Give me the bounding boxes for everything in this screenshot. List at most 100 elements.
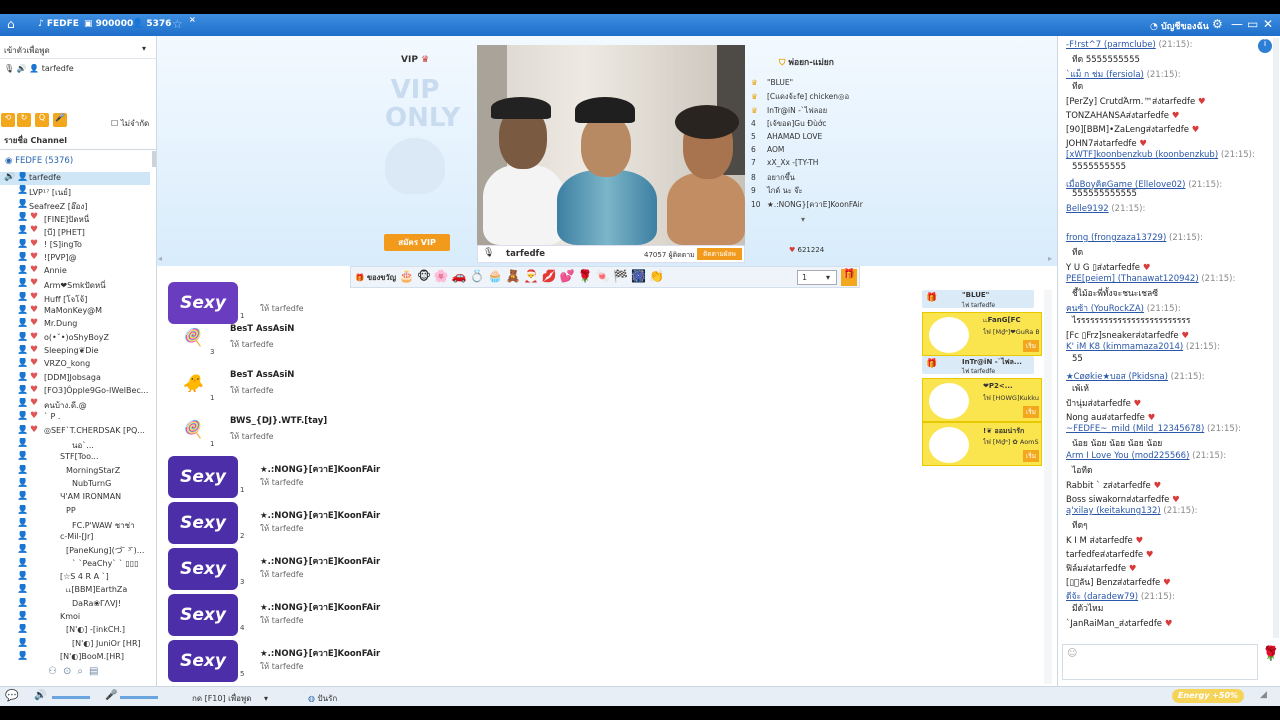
- location-icon[interactable]: ⊙: [63, 666, 77, 677]
- rank-more-icon[interactable]: ▾: [801, 215, 805, 224]
- user-list-item[interactable]: 👤 ♥ Arm❤Smkปัดหนี่: [0, 278, 150, 291]
- gift-cake-icon[interactable]: 🎂: [399, 269, 417, 283]
- gift-hand-icon[interactable]: 👏: [649, 269, 667, 283]
- mic-slider[interactable]: [120, 696, 158, 699]
- user-list-item[interactable]: 👤 NubTurnG: [0, 478, 150, 491]
- filter-checkbox[interactable]: ☐ ไม่จำกัด: [111, 117, 149, 130]
- chat-bubble-icon[interactable]: 💬: [5, 689, 19, 702]
- rank-item[interactable]: 5 AHAMAD LOVE: [751, 132, 822, 141]
- user-list-item[interactable]: 👤 ♥ ! [S]ingTo: [0, 239, 150, 252]
- user-list-item[interactable]: 👤 ♥ Sleeping❦Die: [0, 345, 150, 358]
- chat-author-line[interactable]: Belle9192 (21:15):: [1066, 204, 1145, 214]
- rank-item[interactable]: ♛ InTr@iN -`ไฟลอย: [751, 105, 827, 117]
- rank-item[interactable]: 7 xX_Xx -[TY-TH: [751, 158, 818, 167]
- account-button[interactable]: ◔ บัญชีของฉัน: [1150, 19, 1209, 33]
- scrollbar-thumb[interactable]: [152, 151, 156, 167]
- user-list-item[interactable]: 👤 ♥ [DDM]Jobsaga: [0, 372, 150, 385]
- info-icon[interactable]: i: [1258, 39, 1272, 53]
- chat-author[interactable]: -F!rst^7 (parmclube): [1066, 40, 1156, 50]
- user-list-item[interactable]: 👤 [PaneKung](づ ̄ ³ ̄)...: [0, 544, 150, 557]
- user-list-item[interactable]: 👤 ♥ [FINE]ปัดหนี่: [0, 212, 150, 225]
- chat-author[interactable]: Arm I Love You (mod225566): [1066, 451, 1189, 461]
- chat-author[interactable]: K' iM K8 (kimmamaza2014): [1066, 342, 1183, 352]
- chat-author-line[interactable]: -F!rst^7 (parmclube) (21:15):: [1066, 40, 1192, 50]
- rank-item[interactable]: 4 [เจ้ขอด]Gu Đùớc: [751, 118, 827, 130]
- settings-gear-icon[interactable]: ⚙: [1212, 17, 1223, 31]
- gift-ring-icon[interactable]: 💍: [470, 269, 488, 283]
- user-list-item[interactable]: 👤 STF[Too...: [0, 451, 150, 464]
- search-icon[interactable]: ⌕: [77, 666, 89, 677]
- resize-grip-icon[interactable]: ◢: [1260, 690, 1267, 700]
- volume-icon[interactable]: 🔊: [34, 690, 46, 701]
- mic-queue-item[interactable]: 🎙 🔊 👤 tarfedfe: [4, 64, 74, 73]
- channel-root[interactable]: ◉ FEDFE (5376): [5, 156, 73, 166]
- card-action-button[interactable]: เริ่ม: [1023, 406, 1039, 418]
- gift-lips-icon[interactable]: 💋: [542, 269, 560, 283]
- user-list-item[interactable]: 👤 Ч'AM IRONMAN: [0, 491, 150, 504]
- rank-item[interactable]: 6 AOM: [751, 145, 784, 154]
- user-list-item[interactable]: 👤 ♥ Mr.Dung: [0, 318, 150, 331]
- favorite-star-icon[interactable]: ☆: [172, 17, 183, 31]
- chat-author[interactable]: [xWTF]koonbenzkub (koonbenzkub): [1066, 150, 1218, 160]
- feed-scrollbar[interactable]: [1044, 290, 1052, 684]
- gift-flower-icon[interactable]: 🌸: [434, 269, 452, 283]
- find-icon[interactable]: Q: [35, 113, 49, 127]
- video-stream[interactable]: [477, 45, 745, 245]
- mic-button-icon[interactable]: 🎤: [53, 113, 67, 127]
- gift-firework-icon[interactable]: 🎆: [631, 269, 649, 283]
- chat-input[interactable]: ☺: [1062, 644, 1258, 680]
- send-gift-icon[interactable]: 🎁: [841, 269, 857, 286]
- user-list-item[interactable]: 👤 [N'◐] JuniOr [HR]: [0, 638, 150, 651]
- close-window-icon[interactable]: ✕: [1263, 17, 1273, 31]
- chat-author-line[interactable]: PEE[peiem] (Thanawat120942) (21:15):: [1066, 274, 1235, 284]
- gift-card[interactable]: ˪˪FanG[FC ไฟ [M₫ᵃ]❤GuRa B... เริ่ม: [922, 312, 1042, 356]
- close-tab-icon[interactable]: ×: [189, 15, 196, 24]
- user-list-item[interactable]: 👤 ♥ Huff [โจโจ้]: [0, 292, 150, 305]
- person-icon[interactable]: ⚇: [48, 666, 63, 677]
- user-list-item[interactable]: 👤 ♥ ◎SEF`T.CHERDSAK [PQ...: [0, 425, 150, 438]
- gift-notice-chip[interactable]: 🎁 "BLUE" ไฟ tarfedfe: [922, 290, 1034, 309]
- user-list-item[interactable]: 👤 ♥ คนบ้าง.ดี.@: [0, 398, 150, 411]
- gift-hearts-icon[interactable]: 💕: [560, 269, 578, 283]
- user-list-item[interactable]: 👤 ♥ VRZO_kong: [0, 358, 150, 371]
- chat-author[interactable]: ą'xilay (keitakung132): [1066, 506, 1161, 516]
- collapse-left-icon[interactable]: ◂: [158, 254, 162, 263]
- chat-author-line[interactable]: [xWTF]koonbenzkub (koonbenzkub) (21:15):: [1066, 150, 1255, 160]
- chat-author-line[interactable]: `แม็ ก ช่ม (fersiola) (21:15):: [1066, 67, 1181, 81]
- chat-author-line[interactable]: K' iM K8 (kimmamaza2014) (21:15):: [1066, 342, 1220, 352]
- collapse-right-icon[interactable]: ▸: [1048, 254, 1052, 263]
- user-list-item[interactable]: 👤 SeafreeZ [อ๊อง]: [0, 199, 150, 212]
- user-list-item[interactable]: 👤 ˪˪[BBM]EarthZa: [0, 584, 150, 597]
- gift-card[interactable]: ❤P2<... ไฟ [HOWG]KukkuiZ เริ่ม: [922, 378, 1042, 422]
- gift-qty-select[interactable]: 1 ▾: [797, 270, 837, 285]
- gift-santa-icon[interactable]: 🎅: [524, 269, 542, 283]
- gift-card[interactable]: !❦ ออมน่ารักไฟ [M₫ᵃ] ✿ AomSi... เริ่ม: [922, 422, 1042, 466]
- list-icon[interactable]: ▤: [89, 666, 104, 677]
- gift-candy-icon[interactable]: 🍬: [595, 269, 613, 283]
- rank-item[interactable]: 10 ★.:NONG}[ควาE]KoonFAir: [751, 199, 863, 211]
- chat-author[interactable]: PEE[peiem] (Thanawat120942): [1066, 274, 1199, 284]
- gift-flag-icon[interactable]: 🏁: [613, 269, 631, 283]
- speak-mode-select[interactable]: เข้าตัวเพื่อพูด ▾: [4, 44, 152, 56]
- chat-author-line[interactable]: frong (frongzaza13729) (21:15):: [1066, 233, 1203, 243]
- user-list-item[interactable]: 👤 ♥ ![PVP]@: [0, 252, 150, 265]
- user-list-item[interactable]: 👤 Kmoi: [0, 611, 150, 624]
- user-list-item[interactable]: 👤 FC.P'WAW ชาช่า: [0, 518, 150, 531]
- room-tab[interactable]: ♪ FEDFE: [38, 19, 79, 29]
- user-list-item[interactable]: 👤 DaRa❀ΓΛVJ!: [0, 598, 150, 611]
- gift-cupcake-icon[interactable]: 🧁: [488, 269, 506, 283]
- user-list-item[interactable]: 👤 นอ`...: [0, 438, 150, 451]
- chat-author[interactable]: Belle9192: [1066, 204, 1109, 214]
- gift-monkey-icon[interactable]: 🐵: [417, 269, 434, 283]
- maximize-icon[interactable]: ▭: [1247, 17, 1258, 31]
- user-list-item[interactable]: 👤 [N'◐]BooM.[HR]: [0, 651, 150, 664]
- mic-icon[interactable]: 🎤: [105, 690, 117, 701]
- user-list-item[interactable]: 👤 LVP¹⁷ [เนย์]: [0, 185, 150, 198]
- gift-car-icon[interactable]: 🚗: [452, 269, 470, 283]
- minimize-icon[interactable]: —: [1231, 17, 1243, 31]
- rank-item[interactable]: 8 อยากขึ้น: [751, 172, 795, 184]
- user-list-item[interactable]: 👤 ` `PeaChy` ` ▯▯▯: [0, 558, 150, 571]
- gift-notice-chip[interactable]: 🎁 InTr@iN -`ไฟล... ไฟ tarfedfe: [922, 356, 1034, 375]
- user-list-item[interactable]: 👤 MorningStarZ: [0, 465, 150, 478]
- refresh-icon[interactable]: ↻: [17, 113, 31, 127]
